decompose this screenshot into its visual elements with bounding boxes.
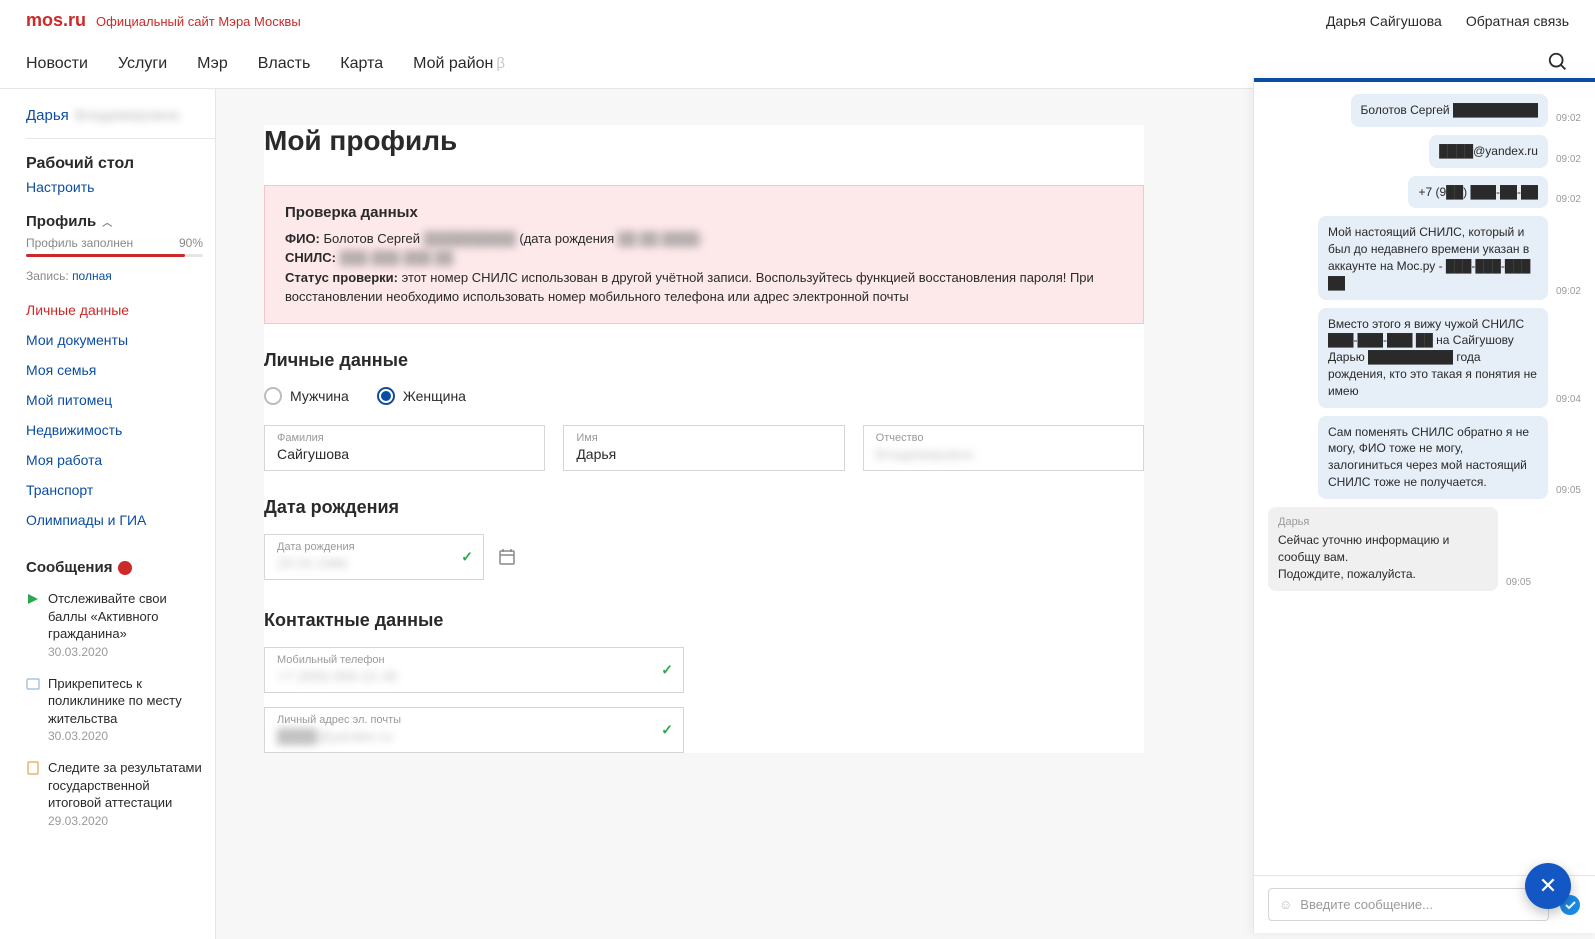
brand-logo[interactable]: mos.ru bbox=[26, 10, 86, 31]
beta-badge: β bbox=[496, 55, 505, 72]
nav-transport[interactable]: Транспорт bbox=[26, 475, 215, 505]
close-icon: ✕ bbox=[1539, 873, 1557, 899]
chat-panel: Болотов Сергей ██████████09:02 ████@yand… bbox=[1253, 78, 1595, 933]
profile-nav-list: Личные данные Мои документы Моя семья Мо… bbox=[26, 295, 215, 535]
search-icon[interactable] bbox=[1547, 51, 1569, 76]
chat-body[interactable]: Болотов Сергей ██████████09:02 ████@yand… bbox=[1254, 82, 1595, 875]
emoji-icon[interactable]: ☺ bbox=[1279, 897, 1292, 912]
sidebar-desk-title: Рабочий стол bbox=[26, 155, 215, 173]
gender-female-radio[interactable]: Женщина bbox=[377, 387, 466, 405]
dob-heading: Дата рождения bbox=[264, 497, 1144, 518]
chat-bubble: +7 (9██) ███-██-██ bbox=[1408, 176, 1548, 209]
chat-bubble: Сам поменять СНИЛС обратно я не могу, ФИ… bbox=[1318, 416, 1548, 499]
brand-tagline: Официальный сайт Мэра Москвы bbox=[96, 14, 301, 29]
document-icon bbox=[26, 761, 40, 775]
firstname-field[interactable]: ИмяДарья bbox=[563, 425, 844, 471]
clinic-icon bbox=[26, 677, 40, 691]
gender-male-radio[interactable]: Мужчина bbox=[264, 387, 349, 405]
user-name-link[interactable]: Дарья Сайгушова bbox=[1326, 13, 1442, 29]
nav-my-work[interactable]: Моя работа bbox=[26, 445, 215, 475]
chat-bubble: Вместо этого я вижу чужой СНИЛС ███-███-… bbox=[1318, 308, 1548, 408]
sidebar-messages-header[interactable]: Сообщения bbox=[26, 559, 215, 576]
close-chat-fab[interactable]: ✕ bbox=[1525, 863, 1571, 909]
sidebar-user[interactable]: Дарья Владимировна bbox=[26, 107, 215, 139]
message-item[interactable]: Следите за результатами государственной … bbox=[26, 759, 215, 828]
chat-bubble: ████@yandex.ru bbox=[1429, 135, 1548, 168]
email-field[interactable]: Личный адрес эл. почты████@yandex.ru✓ bbox=[264, 707, 684, 753]
message-item[interactable]: Отслеживайте свои баллы «Активного гражд… bbox=[26, 590, 215, 659]
nav-services[interactable]: Услуги bbox=[118, 55, 167, 73]
unread-badge-icon bbox=[118, 561, 132, 575]
feedback-link[interactable]: Обратная связь bbox=[1466, 13, 1569, 29]
verification-alert: Проверка данных ФИО: Болотов Сергей ████… bbox=[264, 185, 1144, 324]
sidebar-configure[interactable]: Настроить bbox=[26, 179, 215, 195]
chat-bubble: Мой настоящий СНИЛС, который и был до не… bbox=[1318, 216, 1548, 299]
check-icon: ✓ bbox=[661, 721, 673, 738]
nav-real-estate[interactable]: Недвижимость bbox=[26, 415, 215, 445]
personal-data-heading: Личные данные bbox=[264, 350, 1144, 371]
check-icon: ✓ bbox=[661, 661, 673, 678]
lastname-field[interactable]: ФамилияСайгушова bbox=[264, 425, 545, 471]
nav-map[interactable]: Карта bbox=[340, 55, 383, 73]
middlename-field[interactable]: ОтчествоВладимировна bbox=[863, 425, 1144, 471]
dob-field[interactable]: Дата рождения 29.04.1986 ✓ bbox=[264, 534, 484, 580]
play-icon bbox=[26, 592, 40, 606]
contact-heading: Контактные данные bbox=[264, 610, 1144, 631]
gender-radio-group: Мужчина Женщина bbox=[264, 387, 1144, 405]
chat-bubble: Болотов Сергей ██████████ bbox=[1351, 94, 1548, 127]
phone-field[interactable]: Мобильный телефон+7 (999) 866-22-38✓ bbox=[264, 647, 684, 693]
chevron-up-icon: ︿ bbox=[102, 214, 112, 229]
calendar-icon[interactable] bbox=[498, 548, 516, 566]
nav-district[interactable]: Мой районβ bbox=[413, 55, 505, 73]
nav-personal-data[interactable]: Личные данные bbox=[26, 295, 215, 325]
nav-my-family[interactable]: Моя семья bbox=[26, 355, 215, 385]
nav-authority[interactable]: Власть bbox=[258, 55, 311, 73]
page-title: Мой профиль bbox=[264, 125, 1144, 157]
alert-title: Проверка данных bbox=[285, 202, 1123, 225]
sidebar: Дарья Владимировна Рабочий стол Настроит… bbox=[0, 89, 216, 939]
profile-progress-label: Профиль заполнен90% bbox=[26, 236, 215, 250]
nav-mayor[interactable]: Мэр bbox=[197, 55, 228, 73]
nav-news[interactable]: Новости bbox=[26, 55, 88, 73]
chat-input[interactable]: ☺ Введите сообщение... bbox=[1268, 888, 1549, 921]
topbar: mos.ru Официальный сайт Мэра Москвы Дарь… bbox=[0, 0, 1595, 41]
check-icon: ✓ bbox=[461, 548, 473, 565]
brand: mos.ru Официальный сайт Мэра Москвы bbox=[26, 10, 301, 31]
record-status: Запись: полная bbox=[26, 269, 215, 283]
chat-bubble-operator: ДарьяСейчас уточню информацию и сообщу в… bbox=[1268, 507, 1498, 591]
profile-progress-bar bbox=[26, 254, 203, 257]
sidebar-profile-header[interactable]: Профиль︿ bbox=[26, 213, 215, 230]
top-right-links: Дарья Сайгушова Обратная связь bbox=[1326, 13, 1569, 29]
nav-olympiads[interactable]: Олимпиады и ГИА bbox=[26, 505, 215, 535]
message-item[interactable]: Прикрепитесь к поликлинике по месту жите… bbox=[26, 675, 215, 744]
nav-my-pet[interactable]: Мой питомец bbox=[26, 385, 215, 415]
nav-my-documents[interactable]: Мои документы bbox=[26, 325, 215, 355]
